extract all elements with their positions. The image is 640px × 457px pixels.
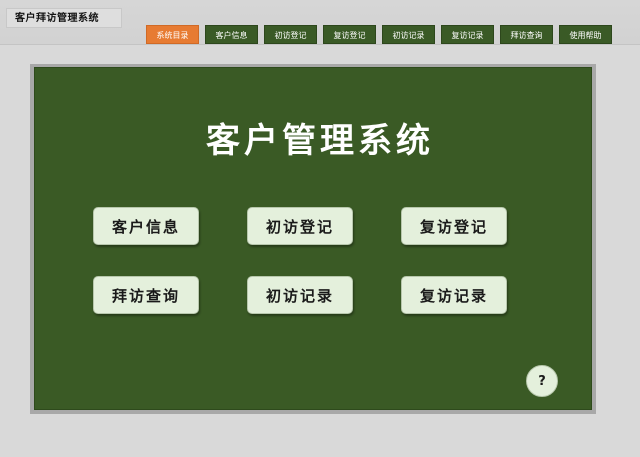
page-title: 客户管理系统 [206,121,434,161]
first-visit-register-button[interactable]: 初访登记 [247,207,353,245]
customer-info-button[interactable]: 客户信息 [93,207,199,245]
tab-system-directory[interactable]: 系统目录 [146,25,199,44]
tab-revisit-records[interactable]: 复访记录 [441,25,494,44]
tab-first-visit-records[interactable]: 初访记录 [382,25,435,44]
tab-visit-query[interactable]: 拜访查询 [500,25,553,44]
tab-help[interactable]: 使用帮助 [559,25,612,44]
revisit-records-button[interactable]: 复访记录 [401,276,507,314]
tab-customer-info[interactable]: 客户信息 [205,25,258,44]
tab-first-visit-register[interactable]: 初访登记 [264,25,317,44]
app-title: 客户拜访管理系统 [6,8,122,28]
revisit-register-button[interactable]: 复访登记 [401,207,507,245]
help-button[interactable]: ? [526,365,558,397]
tab-revisit-register[interactable]: 复访登记 [323,25,376,44]
visit-query-button[interactable]: 拜访查询 [93,276,199,314]
first-visit-records-button[interactable]: 初访记录 [247,276,353,314]
